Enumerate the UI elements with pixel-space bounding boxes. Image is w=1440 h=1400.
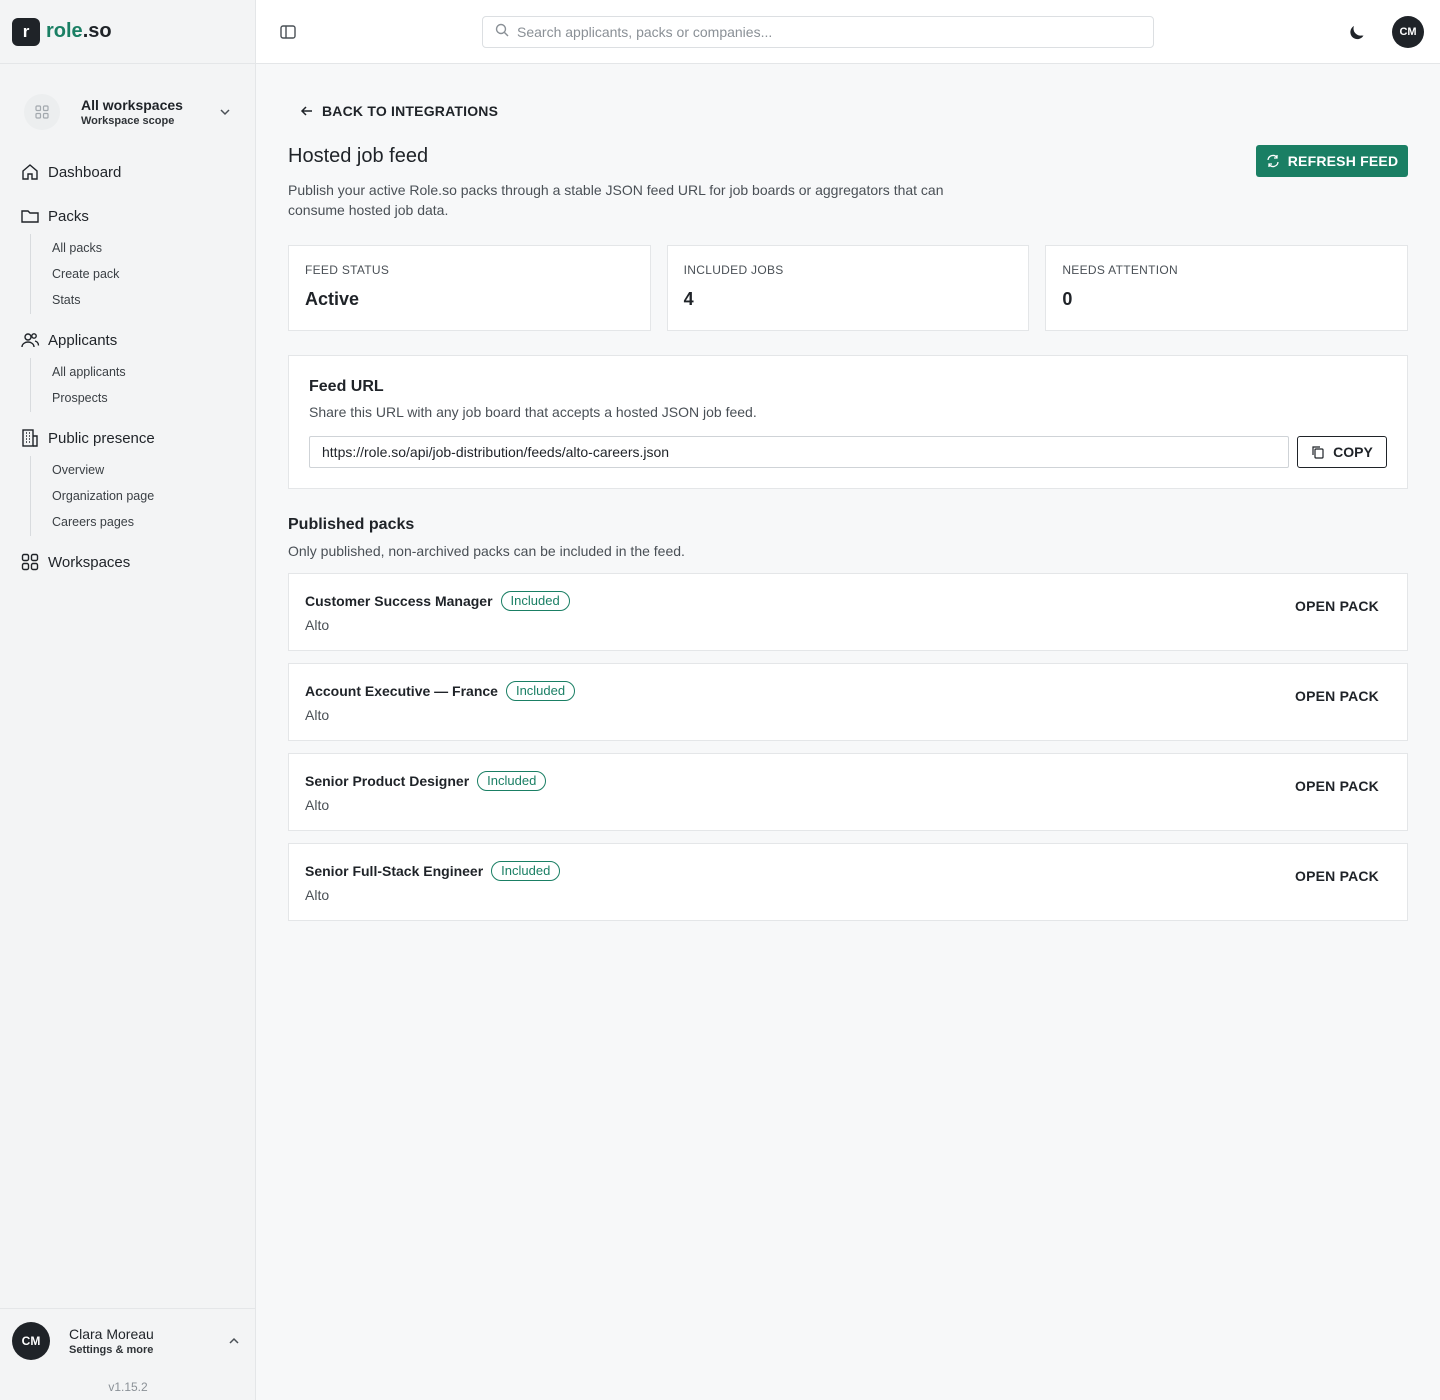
sidebar-subitem-prospects[interactable]: Prospects: [52, 391, 108, 405]
chevron-up-icon: [224, 1334, 244, 1348]
brand[interactable]: r role.so: [0, 0, 255, 64]
workspace-grid-icon: [24, 94, 60, 130]
pack-company: Alto: [305, 617, 330, 633]
stat-label: INCLUDED JOBS: [683, 263, 784, 277]
open-pack-button[interactable]: OPEN PACK: [1295, 778, 1379, 794]
feed-url-card: Feed URL Share this URL with any job boa…: [288, 355, 1408, 489]
status-badge: Included: [491, 861, 561, 881]
building-icon: [22, 429, 38, 447]
feed-url-title: Feed URL: [309, 378, 384, 395]
sidebar-item-label: Dashboard: [48, 163, 122, 181]
pack-title: Senior Full-Stack Engineer: [305, 863, 484, 879]
brand-name: role.so: [46, 20, 112, 43]
published-packs-subtitle: Only published, non-archived packs can b…: [288, 543, 685, 559]
sidebar-item-public-presence[interactable]: Public presence: [20, 416, 155, 460]
sidebar-subitem-organization-page[interactable]: Organization page: [52, 489, 154, 503]
brand-name-suffix: .so: [82, 20, 112, 42]
sidebar-subitem-all-packs[interactable]: All packs: [52, 241, 102, 255]
copy-icon: [1312, 446, 1324, 459]
page-title: Hosted job feed: [288, 145, 429, 167]
stat-value: 0: [1062, 289, 1073, 309]
sidebar-item-label: Workspaces: [48, 553, 131, 571]
sidebar-item-label: Public presence: [48, 429, 155, 447]
user-menu[interactable]: CM Clara Moreau Settings & more: [0, 1308, 256, 1372]
sidebar-toggle-icon[interactable]: [278, 22, 298, 42]
stats-row: FEED STATUS Active INCLUDED JOBS 4 NEEDS…: [288, 245, 1409, 331]
sidebar-item-packs[interactable]: Packs: [20, 194, 89, 238]
chevron-down-icon: [215, 105, 235, 119]
user-subtitle: Settings & more: [69, 1343, 154, 1356]
list-item: Account Executive — France Included Alto…: [288, 663, 1408, 741]
pack-company: Alto: [305, 797, 330, 813]
stat-card-feed-status: FEED STATUS Active: [288, 245, 651, 331]
refresh-feed-label: REFRESH FEED: [1287, 153, 1399, 169]
grid-icon: [21, 553, 39, 571]
back-link-label: BACK TO INTEGRATIONS: [322, 103, 499, 119]
stat-label: FEED STATUS: [305, 263, 390, 277]
stat-card-included-jobs: INCLUDED JOBS 4: [666, 245, 1030, 331]
open-pack-button[interactable]: OPEN PACK: [1295, 688, 1379, 704]
search-bar[interactable]: [482, 16, 1154, 48]
workspace-scope-selector[interactable]: All workspaces Workspace scope: [24, 90, 235, 134]
open-pack-button[interactable]: OPEN PACK: [1295, 598, 1379, 614]
copy-button[interactable]: COPY: [1297, 436, 1387, 468]
search-input[interactable]: [517, 24, 1117, 40]
pack-company: Alto: [305, 707, 330, 723]
users-icon: [21, 333, 40, 348]
stat-card-needs-attention: NEEDS ATTENTION 0: [1045, 245, 1409, 331]
status-badge: Included: [505, 681, 576, 701]
folder-icon: [21, 210, 39, 223]
sidebar-subitem-careers-pages[interactable]: Careers pages: [52, 515, 134, 529]
published-packs-list: Customer Success Manager Included Alto O…: [288, 573, 1408, 933]
applicants-submenu: All applicants Prospects: [30, 358, 126, 412]
open-pack-button[interactable]: OPEN PACK: [1295, 868, 1379, 884]
refresh-icon: [1267, 154, 1279, 168]
list-item: Senior Product Designer Included Alto OP…: [288, 753, 1408, 831]
list-item: Customer Success Manager Included Alto O…: [288, 573, 1408, 651]
stat-value: Active: [305, 289, 360, 309]
page-description: Publish your active Role.so packs throug…: [288, 182, 944, 218]
sidebar-item-workspaces[interactable]: Workspaces: [20, 540, 130, 584]
app-version: v1.15.2: [108, 1380, 148, 1394]
packs-submenu: All packs Create pack Stats: [30, 234, 119, 314]
sidebar-subitem-all-applicants[interactable]: All applicants: [52, 365, 126, 379]
pack-company: Alto: [305, 887, 330, 903]
feed-url-subtitle: Share this URL with any job board that a…: [309, 404, 757, 420]
back-to-integrations-link[interactable]: BACK TO INTEGRATIONS: [300, 103, 498, 119]
stat-value: 4: [683, 289, 694, 309]
status-badge: Included: [477, 771, 547, 791]
copy-label: COPY: [1333, 444, 1373, 460]
pack-title: Senior Product Designer: [305, 773, 470, 789]
sidebar-item-label: Applicants: [48, 331, 118, 349]
sidebar-item-applicants[interactable]: Applicants: [20, 318, 117, 362]
brand-name-prefix: role: [46, 20, 83, 42]
list-item: Senior Full-Stack Engineer Included Alto…: [288, 843, 1408, 921]
user-name: Clara Moreau: [69, 1325, 154, 1342]
sidebar: r role.so All workspaces Workspace scope…: [0, 0, 256, 1400]
search-icon: [495, 23, 509, 42]
avatar[interactable]: CM: [1392, 16, 1424, 48]
feed-url-field[interactable]: [309, 436, 1289, 468]
main-content: BACK TO INTEGRATIONS Hosted job feed Pub…: [256, 65, 1440, 1400]
public-presence-submenu: Overview Organization page Careers pages: [30, 456, 154, 536]
published-packs-title: Published packs: [288, 516, 415, 533]
brand-logo-mark: r: [12, 17, 40, 46]
topbar: CM: [256, 0, 1440, 64]
sidebar-subitem-stats[interactable]: Stats: [52, 293, 81, 307]
sidebar-item-dashboard[interactable]: Dashboard: [20, 150, 121, 194]
status-badge: Included: [500, 591, 570, 611]
sidebar-item-label: Packs: [48, 207, 89, 225]
sidebar-subitem-overview[interactable]: Overview: [52, 463, 104, 477]
workspace-scope-title: All workspaces: [81, 97, 183, 113]
pack-title: Account Executive — France: [305, 683, 498, 699]
refresh-feed-button[interactable]: REFRESH FEED: [1256, 145, 1408, 177]
workspace-scope-subtitle: Workspace scope: [81, 115, 175, 127]
avatar: CM: [12, 1321, 50, 1360]
home-icon: [22, 164, 38, 180]
pack-title: Customer Success Manager: [305, 593, 493, 609]
sidebar-subitem-create-pack[interactable]: Create pack: [52, 267, 119, 281]
moon-icon[interactable]: [1346, 21, 1368, 43]
stat-label: NEEDS ATTENTION: [1062, 263, 1178, 277]
arrow-left-icon: [300, 106, 312, 116]
